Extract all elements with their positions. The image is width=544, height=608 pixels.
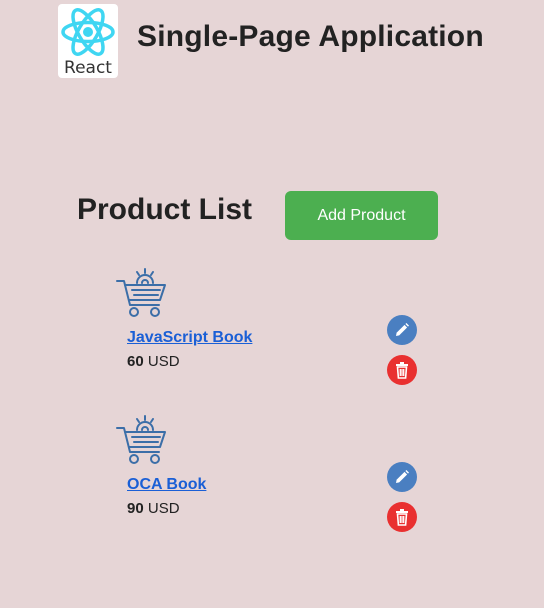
price-amount: 60 bbox=[127, 353, 144, 370]
react-logo: React bbox=[58, 4, 118, 78]
app-title: Single-Page Application bbox=[137, 20, 484, 53]
delete-button[interactable] bbox=[387, 355, 417, 385]
product-item: JavaScript Book 60 USD bbox=[0, 267, 544, 407]
react-atom-icon bbox=[61, 8, 115, 56]
shopping-cart-gear-icon bbox=[116, 268, 166, 317]
app-header: React Single-Page Application bbox=[0, 0, 544, 80]
logo-text: React bbox=[64, 58, 112, 78]
product-name-link[interactable]: OCA Book bbox=[127, 476, 206, 494]
product-name-link[interactable]: JavaScript Book bbox=[127, 329, 252, 347]
price-amount: 90 bbox=[127, 500, 144, 517]
shopping-cart-gear-icon bbox=[116, 415, 166, 464]
product-price: 90 USD bbox=[127, 500, 180, 517]
edit-button[interactable] bbox=[387, 462, 417, 492]
edit-button[interactable] bbox=[387, 315, 417, 345]
product-price: 60 USD bbox=[127, 353, 180, 370]
price-currency: USD bbox=[147, 353, 180, 370]
pencil-icon bbox=[396, 470, 409, 483]
pencil-icon bbox=[396, 323, 409, 336]
price-currency: USD bbox=[147, 500, 180, 517]
delete-button[interactable] bbox=[387, 502, 417, 532]
page-title: Product List bbox=[77, 193, 253, 226]
trash-icon bbox=[396, 362, 408, 379]
trash-icon bbox=[396, 509, 408, 526]
product-item: OCA Book 90 USD bbox=[0, 414, 544, 554]
add-product-button[interactable]: Add Product bbox=[285, 191, 438, 240]
